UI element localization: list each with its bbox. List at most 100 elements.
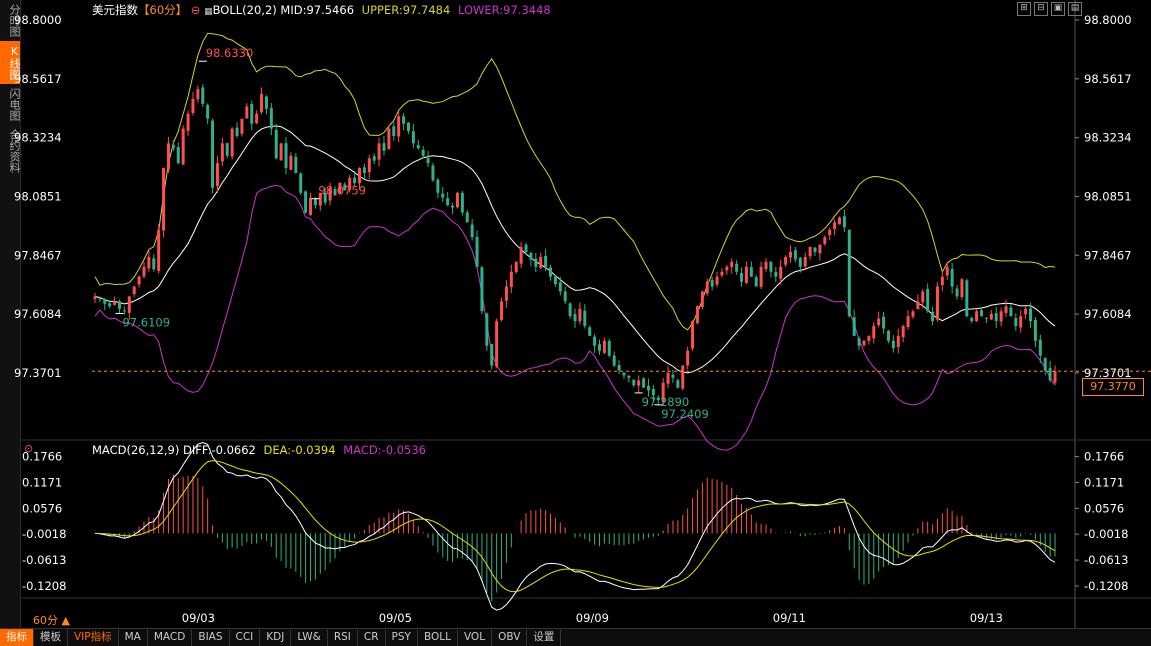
candle-body: [1033, 319, 1037, 341]
candle-body: [225, 143, 229, 156]
y-tick-left: 97.8467: [14, 248, 62, 262]
candle-body: [867, 335, 871, 341]
candle-body: [1043, 358, 1047, 371]
candle-body: [475, 236, 479, 267]
candle-body: [828, 229, 832, 235]
candle-body: [490, 344, 494, 366]
candle-body: [500, 301, 504, 320]
candle-body: [465, 212, 469, 223]
window-control-1-icon[interactable]: ⊟: [1034, 2, 1048, 16]
candle-body: [935, 286, 939, 320]
toolbar-tab-8[interactable]: LW&: [291, 629, 328, 646]
candle-body: [411, 131, 415, 144]
toolbar-tab-15[interactable]: 设置: [527, 629, 562, 646]
candle-body: [460, 192, 464, 213]
toolbar-tab-7[interactable]: KDJ: [260, 629, 292, 646]
period-label[interactable]: 【60分】: [138, 3, 187, 17]
candle-body: [798, 257, 802, 267]
candle-body: [122, 310, 126, 312]
candle-body: [142, 266, 146, 277]
candle-body: [509, 271, 513, 288]
toolbar-tab-9[interactable]: RSI: [328, 629, 358, 646]
candle-body: [637, 380, 641, 386]
candle-body: [691, 321, 695, 349]
candle-body: [299, 173, 303, 193]
candle-body: [945, 266, 949, 276]
candle-body: [240, 118, 244, 134]
candle-body: [392, 126, 396, 136]
candle-body: [421, 149, 425, 156]
macd-dea: DEA:-0.0394: [263, 443, 336, 457]
toolbar-tab-11[interactable]: PSY: [386, 629, 418, 646]
toolbar-tab-10[interactable]: CR: [358, 629, 386, 646]
macd-toggle-icon[interactable]: ⊙: [24, 442, 33, 455]
candle-body: [622, 372, 626, 376]
candle-body: [617, 365, 621, 371]
candle-body: [950, 269, 954, 287]
candle-body: [749, 267, 753, 277]
candle-body: [357, 168, 361, 184]
y-tick-right: 97.6084: [1084, 307, 1132, 321]
window-control-3-icon[interactable]: ▤: [1068, 2, 1082, 16]
candle-body: [1038, 339, 1042, 356]
candle-body: [764, 261, 768, 270]
candle-body: [568, 303, 572, 317]
y-tick-right: 98.5617: [1084, 72, 1132, 86]
macd-y-tick-right: 0.0576: [1084, 501, 1124, 515]
candle-body: [833, 222, 837, 230]
toolbar-tab-1[interactable]: 模板: [34, 629, 68, 646]
candle-body: [446, 198, 450, 206]
x-tick-label: 09/11: [773, 611, 806, 625]
toolbar-tab-2[interactable]: VIP指标: [68, 629, 119, 646]
candle-body: [705, 281, 709, 294]
window-control-0-icon[interactable]: ⊞: [1017, 2, 1031, 16]
toolbar-tab-14[interactable]: OBV: [492, 629, 528, 646]
toolbar-tab-5[interactable]: BIAS: [192, 629, 230, 646]
macd-diff: DIFF:-0.0662: [183, 443, 256, 457]
toolbar-tab-3[interactable]: MA: [119, 629, 148, 646]
candle-body: [730, 261, 734, 268]
candle-body: [901, 326, 905, 338]
macd-y-tick-left: -0.0613: [22, 553, 66, 567]
candle-body: [362, 167, 366, 174]
candle-body: [406, 122, 410, 132]
candle-body: [803, 256, 807, 267]
current-price-tag: 97.3770: [1082, 378, 1144, 396]
candle-body: [779, 266, 783, 279]
toolbar-tab-0[interactable]: 指标: [0, 629, 34, 646]
candle-body: [676, 380, 680, 388]
x-tick-label: 09/05: [379, 611, 412, 625]
boll-mid: MID:97.5466: [280, 3, 355, 17]
candle-body: [857, 338, 861, 346]
indicator-toolbar: 指标 模板 VIP指标 MA MACD BIAS CCI KDJ LW& RSI CR PSY BOLL…: [0, 628, 1151, 646]
candle-body: [157, 229, 161, 271]
candle-body: [720, 271, 724, 276]
macd-y-tick-right: -0.1208: [1084, 579, 1128, 593]
candle-body: [264, 96, 268, 109]
toggle-icon[interactable]: ⊖: [191, 3, 201, 17]
y-tick-right: 98.3234: [1084, 131, 1132, 145]
candle-body: [274, 129, 278, 159]
annotation-high-label: 98.6330: [206, 46, 254, 60]
toolbar-tab-13[interactable]: VOL: [458, 629, 493, 646]
candle-body: [196, 89, 200, 100]
candle-body: [931, 311, 935, 322]
candle-body: [211, 120, 215, 188]
toolbar-tab-4[interactable]: MACD: [148, 629, 193, 646]
toolbar-tab-6[interactable]: CCI: [230, 629, 261, 646]
main-indicator-header: 美元指数【60分】 ⊖ ▦BOLL(20,2) MID:97.5466 UPPE…: [92, 2, 551, 18]
candle-body: [818, 244, 822, 254]
boll-upper: UPPER:97.7484: [361, 3, 451, 17]
candle-body: [260, 94, 264, 113]
candle-body: [103, 298, 107, 304]
candle-body: [735, 263, 739, 272]
candle-body: [759, 266, 763, 287]
period-selector[interactable]: 60分 ▲: [33, 612, 70, 628]
candle-body: [597, 344, 601, 351]
window-control-2-icon[interactable]: ▣: [1051, 2, 1065, 16]
candle-body: [896, 335, 900, 347]
candle-body: [980, 310, 984, 317]
candle-body: [1029, 308, 1033, 322]
candle-body: [774, 272, 778, 277]
toolbar-tab-12[interactable]: BOLL: [418, 629, 458, 646]
